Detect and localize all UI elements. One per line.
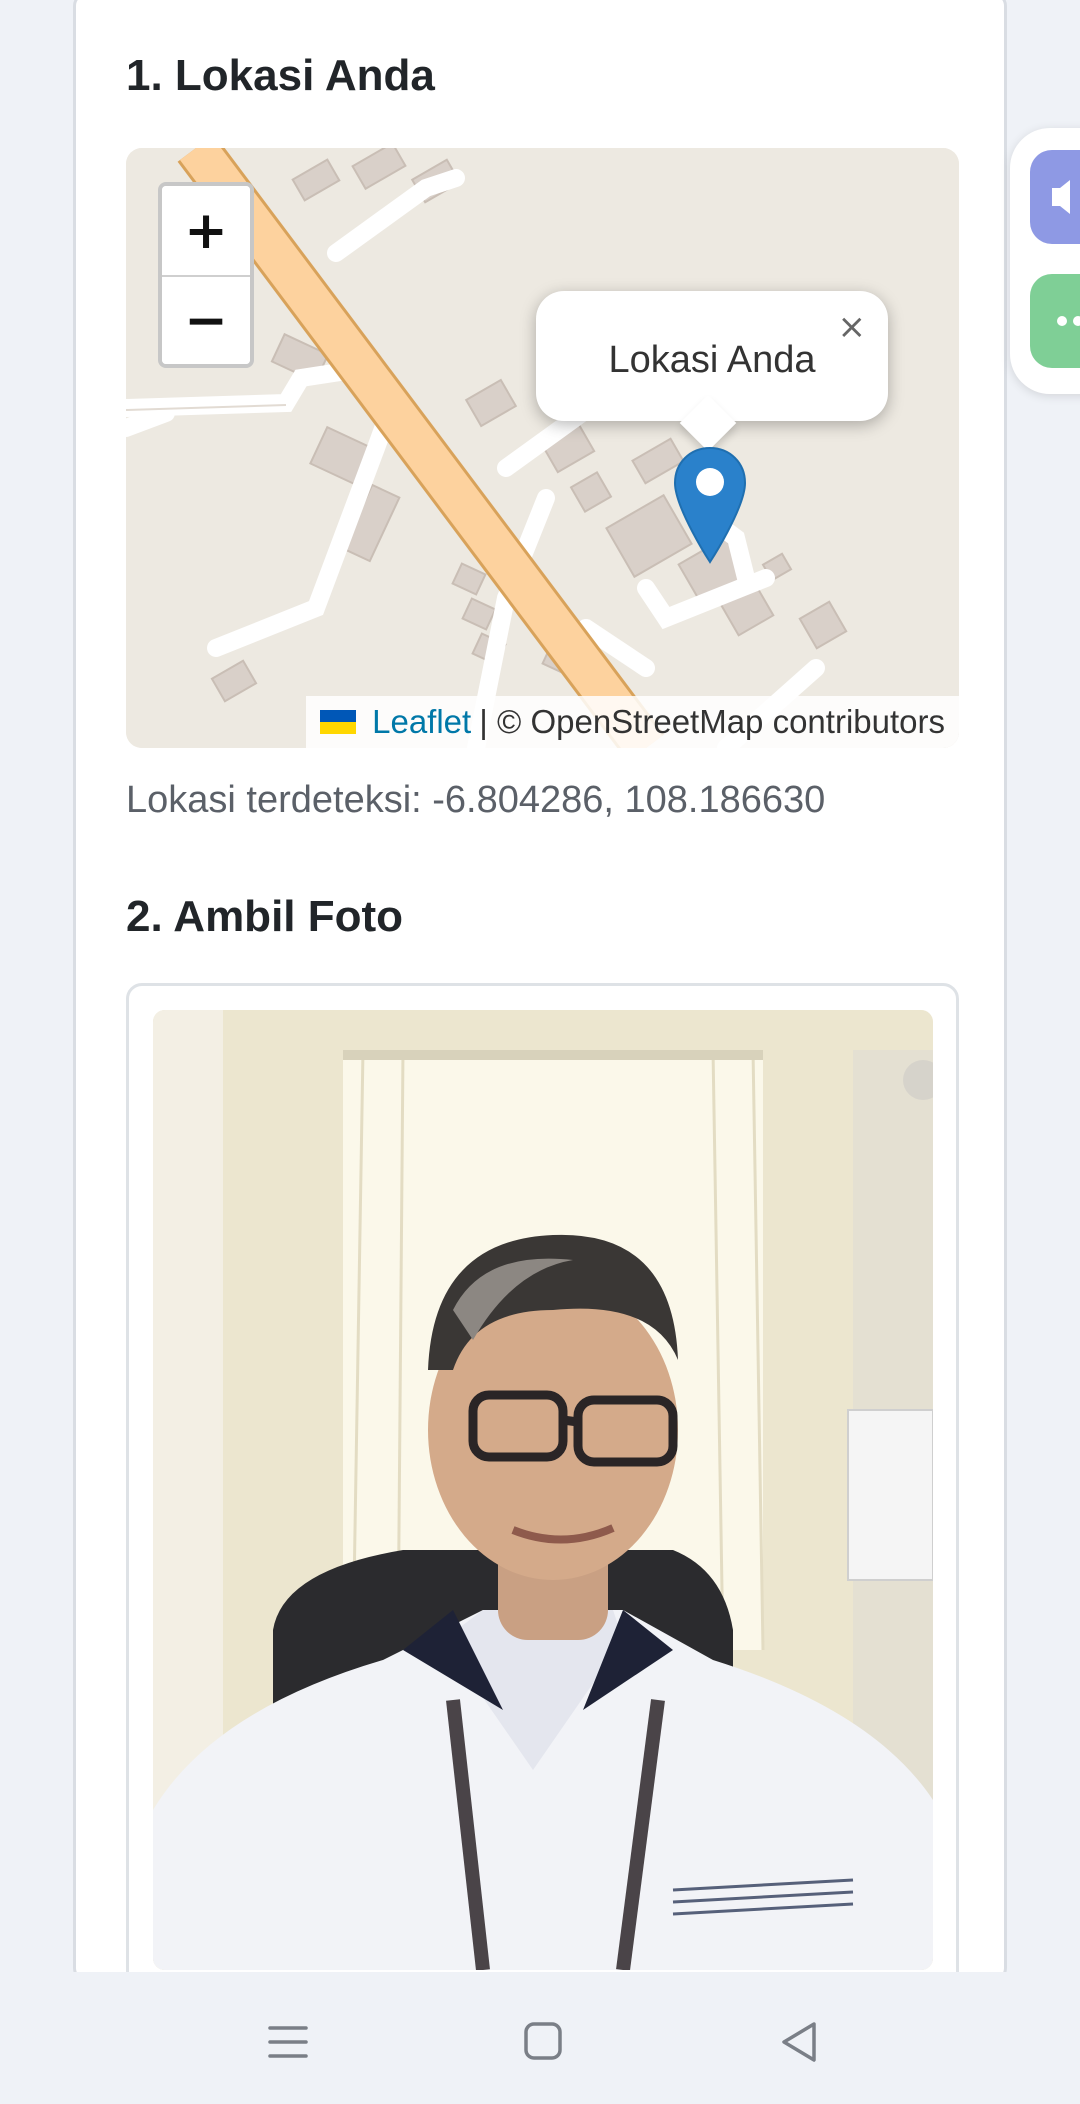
popup-label: Lokasi Anda: [608, 338, 816, 381]
home-icon[interactable]: [514, 2012, 574, 2072]
location-popup: Lokasi Anda ×: [536, 291, 888, 452]
map-pin-icon[interactable]: [672, 446, 748, 564]
floating-side-panel: [1010, 128, 1080, 394]
selfie-photo-illustration: [153, 1010, 933, 1970]
zoom-out-button[interactable]: −: [162, 275, 250, 364]
section-title-photo: 2. Ambil Foto: [126, 892, 404, 941]
zoom-in-button[interactable]: +: [162, 186, 250, 275]
selfie-photo: [153, 1010, 933, 1970]
menu-icon[interactable]: [258, 2012, 318, 2072]
location-map[interactable]: + − Lokasi Anda × Leaflet | © OpenStreet…: [126, 148, 959, 748]
more-icon[interactable]: [1030, 274, 1080, 368]
map-attribution: Leaflet | © OpenStreetMap contributors: [306, 696, 959, 748]
popup-close-button[interactable]: ×: [838, 307, 867, 347]
attribution-text: | © OpenStreetMap contributors: [479, 703, 945, 740]
main-card: 1. Lokasi Anda + − Lokasi Anda × Leaflet…: [73, 0, 1007, 1982]
volume-icon[interactable]: [1030, 150, 1080, 244]
back-icon[interactable]: [770, 2012, 830, 2072]
system-navigation-bar: [0, 1972, 1080, 2104]
ukraine-flag-icon: [320, 710, 357, 734]
section-title-location: 1. Lokasi Anda: [126, 51, 435, 100]
zoom-control: + −: [158, 182, 254, 368]
photo-preview-frame: [126, 983, 959, 1979]
leaflet-link[interactable]: Leaflet: [372, 703, 471, 741]
detected-coordinates: Lokasi terdeteksi: -6.804286, 108.186630: [126, 779, 826, 821]
